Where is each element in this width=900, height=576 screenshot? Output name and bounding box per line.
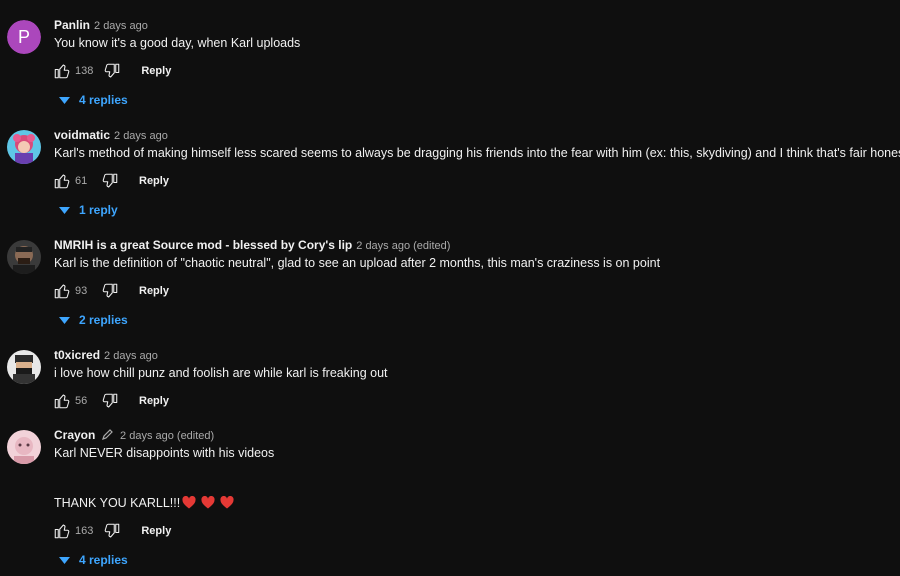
avatar[interactable]: [7, 240, 41, 274]
comment-actions: 61 Reply: [53, 171, 169, 191]
thumbs-up-icon[interactable]: [53, 62, 71, 80]
red-heart-icon: [201, 496, 215, 509]
comment-text: Karl's method of making himself less sca…: [54, 146, 900, 160]
avatar[interactable]: [7, 130, 41, 164]
replies-label: 4 replies: [79, 93, 128, 107]
comment-header: Crayon 2 days ago (edited): [54, 428, 214, 442]
comment-text: i love how chill punz and foolish are wh…: [54, 366, 388, 380]
avatar[interactable]: [7, 430, 41, 464]
comment-actions: 56 Reply: [53, 391, 169, 411]
comment-text: You know it's a good day, when Karl uplo…: [54, 36, 301, 50]
comment-header: voidmatic 2 days ago: [54, 128, 168, 142]
comment-author[interactable]: NMRIH is a great Source mod - blessed by…: [54, 238, 352, 252]
caret-down-icon: [59, 556, 70, 564]
replies-label: 1 reply: [79, 203, 118, 217]
view-replies-button[interactable]: 2 replies: [59, 313, 128, 327]
comment-author[interactable]: Crayon: [54, 428, 95, 442]
thumbs-down-icon[interactable]: [103, 62, 121, 80]
comment-actions: 93 Reply: [53, 281, 169, 301]
comment-timestamp[interactable]: 2 days ago: [104, 350, 158, 362]
reply-button[interactable]: Reply: [139, 285, 169, 297]
comment-timestamp[interactable]: 2 days ago: [94, 20, 148, 32]
comment-timestamp[interactable]: 2 days ago: [114, 130, 168, 142]
thumbs-down-icon[interactable]: [103, 522, 121, 540]
comment-actions: 138 Reply: [53, 61, 171, 81]
thumbs-up-icon[interactable]: [53, 282, 71, 300]
comment-header: NMRIH is a great Source mod - blessed by…: [54, 238, 450, 252]
thumbs-up-icon[interactable]: [53, 522, 71, 540]
avatar-letter: P: [7, 20, 41, 54]
like-count: 56: [75, 395, 88, 407]
avatar-image: [7, 350, 41, 384]
comment-author[interactable]: Panlin: [54, 18, 90, 32]
comment-author[interactable]: t0xicred: [54, 348, 100, 362]
like-count: 61: [75, 175, 88, 187]
like-count: 93: [75, 285, 88, 297]
comment-text: Karl is the definition of "chaotic neutr…: [54, 256, 661, 270]
view-replies-button[interactable]: 4 replies: [59, 93, 128, 107]
caret-down-icon: [59, 206, 70, 214]
replies-label: 2 replies: [79, 313, 128, 327]
avatar[interactable]: [7, 350, 41, 384]
caret-down-icon: [59, 316, 70, 324]
thumbs-down-icon[interactable]: [101, 392, 119, 410]
avatar-image: [7, 240, 41, 274]
reply-button[interactable]: Reply: [139, 175, 169, 187]
view-replies-button[interactable]: 1 reply: [59, 203, 118, 217]
comment-actions: 163 Reply: [53, 521, 171, 541]
avatar[interactable]: P: [7, 20, 41, 54]
avatar-image: [7, 130, 41, 164]
comment-timestamp[interactable]: 2 days ago (edited): [120, 430, 214, 442]
caret-down-icon: [59, 96, 70, 104]
red-heart-icon: [182, 496, 196, 509]
pencil-icon: [101, 429, 113, 440]
view-replies-button[interactable]: 4 replies: [59, 553, 128, 567]
like-count: 138: [75, 65, 94, 77]
thumbs-up-icon[interactable]: [53, 392, 71, 410]
comment-text-2: THANK YOU KARLL!!!: [54, 496, 181, 510]
comment-author[interactable]: voidmatic: [54, 128, 110, 142]
reply-button[interactable]: Reply: [141, 525, 171, 537]
thumbs-down-icon[interactable]: [101, 172, 119, 190]
comment-text-line-2: THANK YOU KARLL!!!: [54, 496, 234, 510]
comment-header: Panlin 2 days ago: [54, 18, 148, 32]
comment-header: t0xicred 2 days ago: [54, 348, 158, 362]
thumbs-up-icon[interactable]: [53, 172, 71, 190]
replies-label: 4 replies: [79, 553, 128, 567]
avatar-image: [7, 430, 41, 464]
thumbs-down-icon[interactable]: [101, 282, 119, 300]
like-count: 163: [75, 525, 94, 537]
comment-text: Karl NEVER disappoints with his videos: [54, 446, 275, 460]
red-heart-icon: [220, 496, 234, 509]
reply-button[interactable]: Reply: [139, 395, 169, 407]
comment-timestamp[interactable]: 2 days ago (edited): [356, 240, 450, 252]
reply-button[interactable]: Reply: [141, 65, 171, 77]
